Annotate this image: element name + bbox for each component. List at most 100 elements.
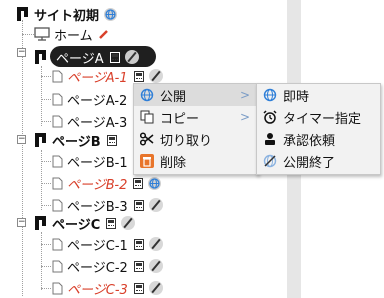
tree-node-label: ページB-2 xyxy=(67,177,128,193)
tree-node-page-b3[interactable]: ページB-3 xyxy=(52,195,163,215)
folder-tree-icon xyxy=(35,50,46,64)
tree-line xyxy=(41,232,42,290)
tree-node-home[interactable]: ホーム xyxy=(34,24,109,44)
tree-node-label: サイト初期 xyxy=(34,8,100,24)
user-icon xyxy=(263,132,277,146)
tree-node-label: ページC-1 xyxy=(67,238,128,254)
tree-line xyxy=(22,34,34,35)
page-icon xyxy=(52,260,63,272)
tree-line xyxy=(41,121,51,122)
tree-line xyxy=(41,150,42,210)
alarm-clock-icon xyxy=(263,110,277,124)
context-menu: 公開 > コピー > 切り取り 削除 xyxy=(133,83,259,175)
tree-line xyxy=(41,205,51,206)
globe-icon xyxy=(263,88,277,102)
tree-node-page-b[interactable]: ページB xyxy=(34,130,117,150)
tree-node-page-c3[interactable]: ページC-3 xyxy=(52,278,163,298)
menu-item-label: コピー xyxy=(160,111,200,127)
page-icon xyxy=(52,93,63,105)
folder-tree-icon xyxy=(35,133,46,147)
tree-node-page-c2[interactable]: ページC-2 xyxy=(52,256,163,276)
calculator-icon[interactable] xyxy=(109,51,120,63)
globe-icon[interactable] xyxy=(148,176,162,190)
calculator-icon[interactable] xyxy=(133,260,144,272)
page-icon xyxy=(52,282,63,294)
menu-item-label: タイマー指定 xyxy=(283,111,362,127)
tree-line xyxy=(41,66,42,126)
pencil-icon[interactable] xyxy=(148,69,163,83)
tree-node-page-b1[interactable]: ページB-1 xyxy=(52,151,144,171)
tree-node-root[interactable]: サイト初期 xyxy=(16,4,118,24)
menu-item-delete[interactable]: 削除 xyxy=(134,150,258,172)
menu-item-label: 公開終了 xyxy=(283,155,336,171)
tree-line xyxy=(22,20,23,296)
tree-node-label: ページB-3 xyxy=(67,199,128,215)
collapse-toggle[interactable]: − xyxy=(17,218,26,227)
menu-item-cut[interactable]: 切り取り xyxy=(134,128,258,150)
monitor-icon xyxy=(34,27,50,41)
tree-node-label: ページA-2 xyxy=(67,93,128,109)
submenu-item-approval[interactable]: 承認依頼 xyxy=(257,128,380,150)
tree-node-label: ページA-3 xyxy=(67,115,128,131)
pencil-icon[interactable] xyxy=(98,29,109,40)
collapse-toggle[interactable]: − xyxy=(17,48,26,57)
menu-item-label: 削除 xyxy=(160,155,187,171)
calculator-icon[interactable] xyxy=(106,217,117,229)
calculator-icon[interactable] xyxy=(133,70,144,82)
publish-submenu: 即時 タイマー指定 承認依頼 公開終了 xyxy=(256,83,381,175)
calculator-icon[interactable] xyxy=(133,282,144,294)
menu-item-label: 公開 xyxy=(160,89,187,105)
folder-tree-icon xyxy=(35,216,46,230)
pencil-icon[interactable] xyxy=(121,216,136,230)
page-icon xyxy=(52,238,63,250)
menu-item-label: 即時 xyxy=(283,89,310,105)
tree-node-page-b2[interactable]: ページB-2 xyxy=(52,173,162,193)
pencil-icon[interactable] xyxy=(148,198,163,212)
calculator-icon[interactable] xyxy=(133,177,144,189)
tree-line xyxy=(41,244,51,245)
calculator-icon[interactable] xyxy=(133,238,144,250)
pencil-icon[interactable] xyxy=(124,50,139,64)
calculator-icon[interactable] xyxy=(106,134,117,146)
tree-node-label: ページB-1 xyxy=(67,155,128,171)
page-icon xyxy=(52,115,63,127)
menu-item-label: 承認依頼 xyxy=(283,133,336,149)
tree-node-label: ページA-1 xyxy=(67,70,128,86)
tree-node-label: ページB xyxy=(52,134,101,150)
calculator-icon[interactable] xyxy=(133,199,144,211)
tree-line xyxy=(41,266,51,267)
tree-node-page-a2[interactable]: ページA-2 xyxy=(52,89,127,109)
submenu-item-immediate[interactable]: 即時 xyxy=(257,84,380,106)
tree-node-label: ページC xyxy=(52,217,101,233)
tree-line xyxy=(41,161,51,162)
page-icon xyxy=(52,199,63,211)
tree-node-page-a3[interactable]: ページA-3 xyxy=(52,111,127,131)
tree-line xyxy=(41,76,51,77)
menu-item-label: 切り取り xyxy=(160,133,213,149)
trash-icon xyxy=(140,154,154,168)
tree-node-page-a[interactable]: ページA xyxy=(34,47,139,67)
menu-item-copy[interactable]: コピー > xyxy=(134,106,258,128)
page-icon xyxy=(52,177,63,189)
site-tree-icon xyxy=(17,7,28,21)
submenu-item-end-publish[interactable]: 公開終了 xyxy=(257,150,380,172)
submenu-arrow-icon: > xyxy=(239,88,250,102)
submenu-arrow-icon: > xyxy=(239,110,250,124)
tree-line xyxy=(41,288,51,289)
pencil-icon[interactable] xyxy=(148,237,163,251)
tree-node-page-c[interactable]: ページC xyxy=(34,213,136,233)
collapse-toggle[interactable]: − xyxy=(17,135,26,144)
tree-node-label: ページA xyxy=(56,51,104,67)
page-icon xyxy=(52,70,63,82)
pencil-icon[interactable] xyxy=(148,281,163,295)
menu-item-publish[interactable]: 公開 > xyxy=(134,84,258,106)
globe-icon xyxy=(140,88,154,102)
submenu-item-timer[interactable]: タイマー指定 xyxy=(257,106,380,128)
globe-icon[interactable] xyxy=(104,7,118,21)
tree-line xyxy=(41,183,51,184)
pencil-icon[interactable] xyxy=(148,259,163,273)
tree-node-label: ページC-2 xyxy=(67,260,128,276)
tree-node-page-c1[interactable]: ページC-1 xyxy=(52,234,163,254)
page-icon xyxy=(52,155,63,167)
tree-line xyxy=(41,99,51,100)
